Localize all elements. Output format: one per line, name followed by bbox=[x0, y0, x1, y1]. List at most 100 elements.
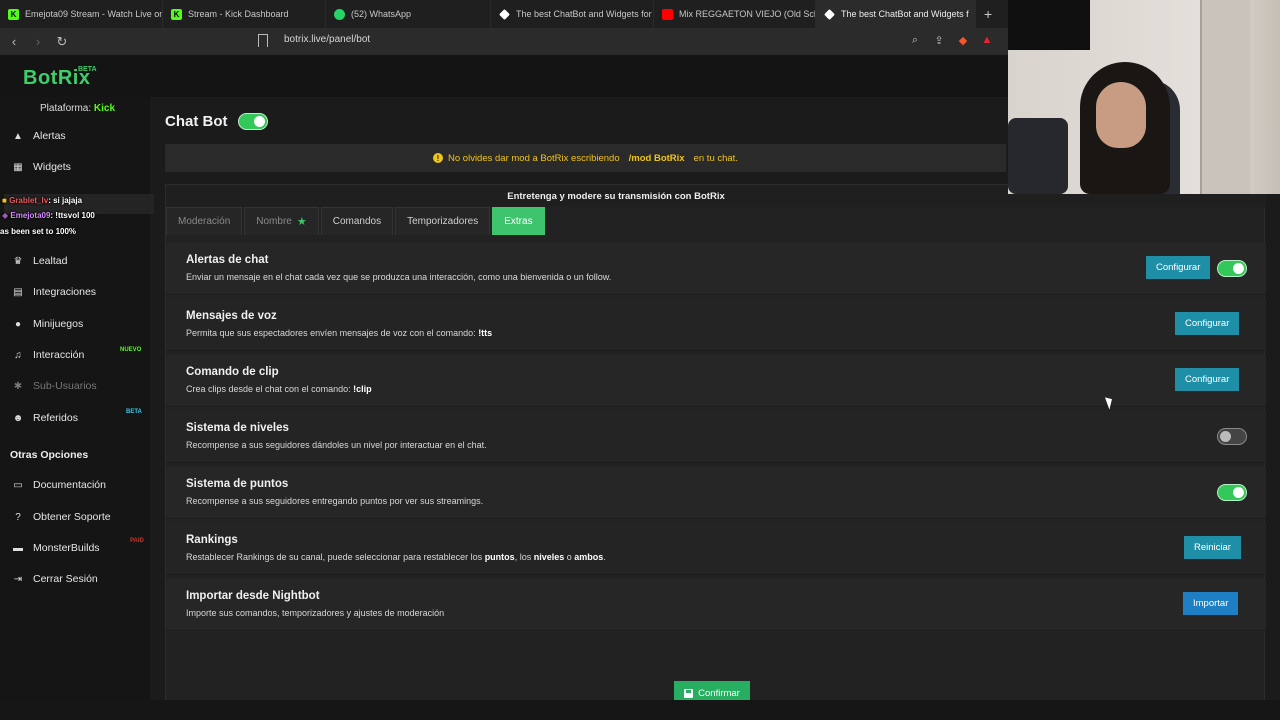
row-desc-command: !tts bbox=[478, 328, 493, 338]
browser-tab-active[interactable]: The best ChatBot and Widgets f ✕ bbox=[816, 0, 976, 28]
tab-extras[interactable]: Extras bbox=[492, 207, 545, 235]
chat-line: as been set to 100% bbox=[0, 227, 76, 236]
sidebar-item-widgets[interactable]: ▦ Widgets bbox=[12, 159, 71, 175]
bookmark-icon[interactable] bbox=[258, 34, 268, 47]
beta-badge: BETA bbox=[126, 409, 142, 415]
browser-tab[interactable]: The best ChatBot and Widgets for Ki bbox=[491, 0, 654, 28]
sidebar-item-label: MonsterBuilds bbox=[33, 542, 100, 554]
tab-label: Comandos bbox=[332, 216, 382, 227]
chat-message: : !ttsvol 100 bbox=[50, 211, 95, 220]
users-icon: ☻ bbox=[12, 412, 24, 424]
row-desc-text: Permita que sus espectadores envíen mens… bbox=[186, 328, 476, 338]
row-desc-command: !clip bbox=[353, 384, 372, 394]
scroll-icon: ▭ bbox=[13, 479, 23, 491]
warning-icon: ▲ bbox=[13, 130, 23, 142]
botrix-icon bbox=[824, 8, 835, 20]
browser-tab[interactable]: Mix REGGAETON VIEJO (Old Sch bbox=[654, 0, 816, 28]
title-row: Chat Bot bbox=[165, 113, 268, 130]
sidebar-item-label: Interacción bbox=[33, 349, 85, 361]
sidebar-item-soporte[interactable]: ? Obtener Soporte bbox=[12, 509, 110, 525]
tab-label: The best ChatBot and Widgets f bbox=[841, 9, 969, 19]
tab-label: The best ChatBot and Widgets for Ki bbox=[516, 9, 654, 19]
tab-temporizadores[interactable]: Temporizadores bbox=[395, 207, 491, 235]
sidebar-item-cerrar-sesion[interactable]: ⇥ Cerrar Sesión bbox=[12, 571, 98, 587]
sidebar-item-monsterbuilds[interactable]: ▬ MonsterBuilds bbox=[12, 540, 100, 556]
setting-row-alertas-chat: Alertas de chat Enviar un mensaje en el … bbox=[166, 243, 1266, 295]
puntos-toggle[interactable] bbox=[1217, 484, 1247, 501]
row-desc: Importe sus comandos, temporizadores y a… bbox=[186, 608, 445, 618]
forward-icon[interactable]: › bbox=[28, 34, 48, 49]
mod-notice: ! No olvides dar mod a BotRix escribiend… bbox=[165, 144, 1006, 172]
sidebar-item-documentacion[interactable]: ▭ Documentación bbox=[12, 477, 106, 493]
chat-username: Emejota09 bbox=[10, 211, 51, 220]
row-title: Mensajes de voz bbox=[186, 310, 277, 322]
notice-text: No olvides dar mod a BotRix escribiendo bbox=[448, 152, 620, 164]
row-title: Importar desde Nightbot bbox=[186, 590, 320, 602]
chat-message: as been set to 100% bbox=[0, 227, 77, 236]
row-title: Comando de clip bbox=[186, 366, 279, 378]
reload-icon[interactable]: ↻ bbox=[52, 34, 72, 50]
reset-rankings-button[interactable]: Reiniciar bbox=[1184, 536, 1241, 559]
configure-button[interactable]: Configurar bbox=[1146, 256, 1211, 279]
tab-label: Stream - Kick Dashboard bbox=[188, 9, 289, 19]
row-desc: Recompense a sus seguidores dándoles un … bbox=[186, 440, 487, 450]
row-title: Sistema de puntos bbox=[186, 478, 289, 490]
tab-nombre[interactable]: Nombre ★ bbox=[244, 207, 319, 235]
sidebar-item-label: Alertas bbox=[33, 130, 66, 142]
configure-button[interactable]: Configurar bbox=[1175, 312, 1240, 335]
youtube-icon bbox=[662, 8, 673, 20]
help-icon: ? bbox=[15, 511, 21, 523]
row-desc: Restablecer Rankings de su canal, puede … bbox=[186, 552, 606, 562]
alertas-chat-toggle[interactable] bbox=[1217, 260, 1247, 277]
sidebar-item-label: Sub-Usuarios bbox=[33, 380, 97, 392]
brave-shield-icon[interactable]: ◆ bbox=[956, 33, 970, 47]
zoom-icon[interactable]: ⌕ bbox=[908, 33, 922, 47]
sidebar-item-lealtad[interactable]: ♛ Lealtad bbox=[12, 253, 68, 269]
setting-row-sistema-puntos: Sistema de puntos Recompense a sus segui… bbox=[166, 467, 1266, 519]
back-icon[interactable]: ‹ bbox=[4, 34, 24, 49]
browser-tabbar: K Emejota09 Stream - Watch Live on Ki K … bbox=[0, 0, 1008, 28]
webcam-face bbox=[1096, 82, 1146, 148]
sidebar-item-integraciones[interactable]: ▤ Integraciones bbox=[12, 284, 96, 300]
sidebar-item-minijuegos[interactable]: ● Minijuegos bbox=[12, 316, 83, 332]
row-title: Alertas de chat bbox=[186, 254, 269, 266]
url-field[interactable]: botrix.live/panel/bot bbox=[284, 34, 370, 45]
sidebar-item-referidos[interactable]: ☻ Referidos bbox=[12, 410, 78, 426]
bot-settings-card: Entretenga y modere su transmisión con B… bbox=[165, 184, 1266, 710]
brave-rewards-icon[interactable]: ▲ bbox=[980, 33, 994, 47]
row-title: Rankings bbox=[186, 534, 238, 546]
row-desc-bold: puntos bbox=[484, 552, 515, 562]
sidebar-item-alertas[interactable]: ▲ Alertas bbox=[12, 128, 66, 144]
tab-label: Nombre bbox=[256, 216, 292, 227]
niveles-toggle[interactable] bbox=[1217, 428, 1247, 445]
configure-button[interactable]: Configurar bbox=[1175, 368, 1240, 391]
beta-badge: BETA bbox=[78, 66, 97, 73]
setting-row-rankings: Rankings Restablecer Rankings de su cana… bbox=[166, 523, 1266, 575]
sidebar: Plataforma: Kick ▲ Alertas ▦ Widgets ♛ L… bbox=[0, 97, 150, 720]
tab-comandos[interactable]: Comandos bbox=[320, 207, 394, 235]
browser-tab[interactable]: K Stream - Kick Dashboard bbox=[163, 0, 326, 28]
grid-icon: ▦ bbox=[13, 161, 23, 173]
paid-badge: PAID bbox=[130, 538, 144, 544]
setting-row-mensajes-voz: Mensajes de voz Permita que sus espectad… bbox=[166, 299, 1266, 351]
row-desc-text: o bbox=[566, 552, 572, 562]
chat-message: : si jajaja bbox=[48, 196, 83, 205]
sidebar-item-label: Integraciones bbox=[33, 286, 97, 298]
chat-line: ◆ Emejota09: !ttsvol 100 bbox=[2, 211, 95, 220]
webcam-feed bbox=[1008, 0, 1280, 194]
share-icon[interactable]: ⇪ bbox=[932, 33, 946, 47]
import-button[interactable]: Importar bbox=[1183, 592, 1239, 615]
laptop-icon: ▬ bbox=[13, 542, 23, 554]
sidebar-item-label: Documentación bbox=[33, 479, 106, 491]
chat-line: ■ Grablet_lv: si jajaja bbox=[2, 196, 82, 205]
chatbot-toggle[interactable] bbox=[237, 113, 268, 130]
browser-tab[interactable]: (52) WhatsApp bbox=[326, 0, 491, 28]
tab-label: Mix REGGAETON VIEJO (Old Sch bbox=[679, 9, 816, 19]
browser-tab[interactable]: K Emejota09 Stream - Watch Live on Ki bbox=[0, 0, 163, 28]
sidebar-item-sub-usuarios[interactable]: ✱ Sub-Usuarios bbox=[12, 378, 97, 394]
app-header: BotRix BETA bbox=[0, 55, 1008, 97]
new-badge: NUEVO bbox=[120, 347, 142, 353]
new-tab-icon[interactable]: + bbox=[976, 6, 1000, 22]
notice-command: /mod BotRix bbox=[628, 152, 685, 164]
sidebar-item-interaccion[interactable]: ♫ Interacción bbox=[12, 347, 84, 363]
